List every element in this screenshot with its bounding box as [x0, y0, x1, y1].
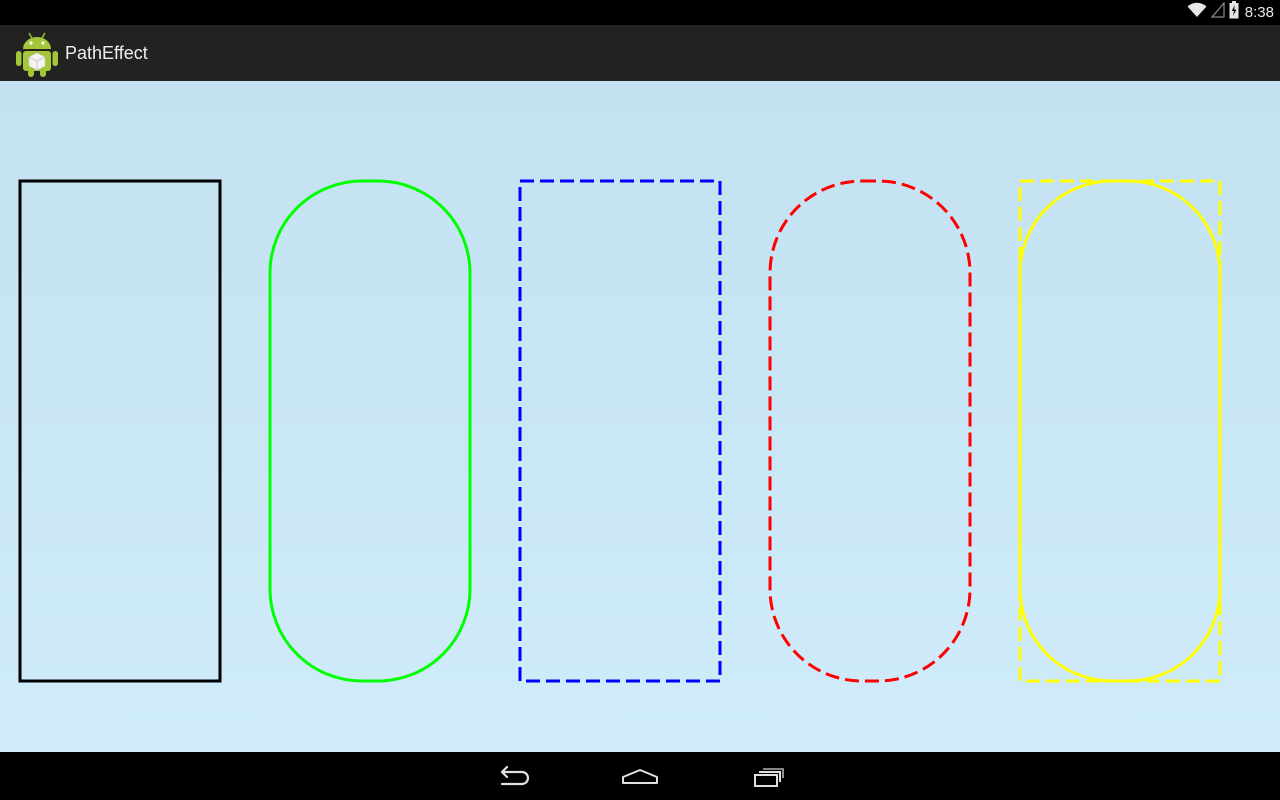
- navigation-bar: [0, 752, 1280, 800]
- wifi-icon: [1187, 2, 1207, 23]
- recents-icon[interactable]: [738, 758, 798, 794]
- back-icon[interactable]: [482, 758, 542, 794]
- app-title: PathEffect: [65, 43, 148, 63]
- shapes-canvas: [18, 179, 1222, 683]
- status-indicators: 8:38: [1187, 0, 1274, 25]
- battery-icon: [1229, 1, 1239, 24]
- rect-sum-effect: [1018, 179, 1222, 683]
- sum-rounded-rect: [1018, 179, 1222, 683]
- rectangle-plain: [18, 179, 222, 683]
- rounded-rect-corner-effect: [268, 179, 472, 683]
- status-bar: 8:38: [0, 0, 1280, 25]
- action-bar: PathEffect: [0, 25, 1280, 82]
- rectangle-dash-effect: [518, 179, 722, 683]
- android-robot-icon[interactable]: [14, 28, 60, 78]
- rounded-rect-compose-effect: [768, 179, 972, 683]
- signal-icon: [1210, 1, 1225, 23]
- status-time: 8:38: [1244, 4, 1274, 21]
- home-icon[interactable]: [610, 758, 670, 794]
- canvas-view: [0, 81, 1280, 752]
- sum-dashed-rect: [1018, 179, 1222, 683]
- device-screen: 8:38 PathEffect: [0, 0, 1280, 800]
